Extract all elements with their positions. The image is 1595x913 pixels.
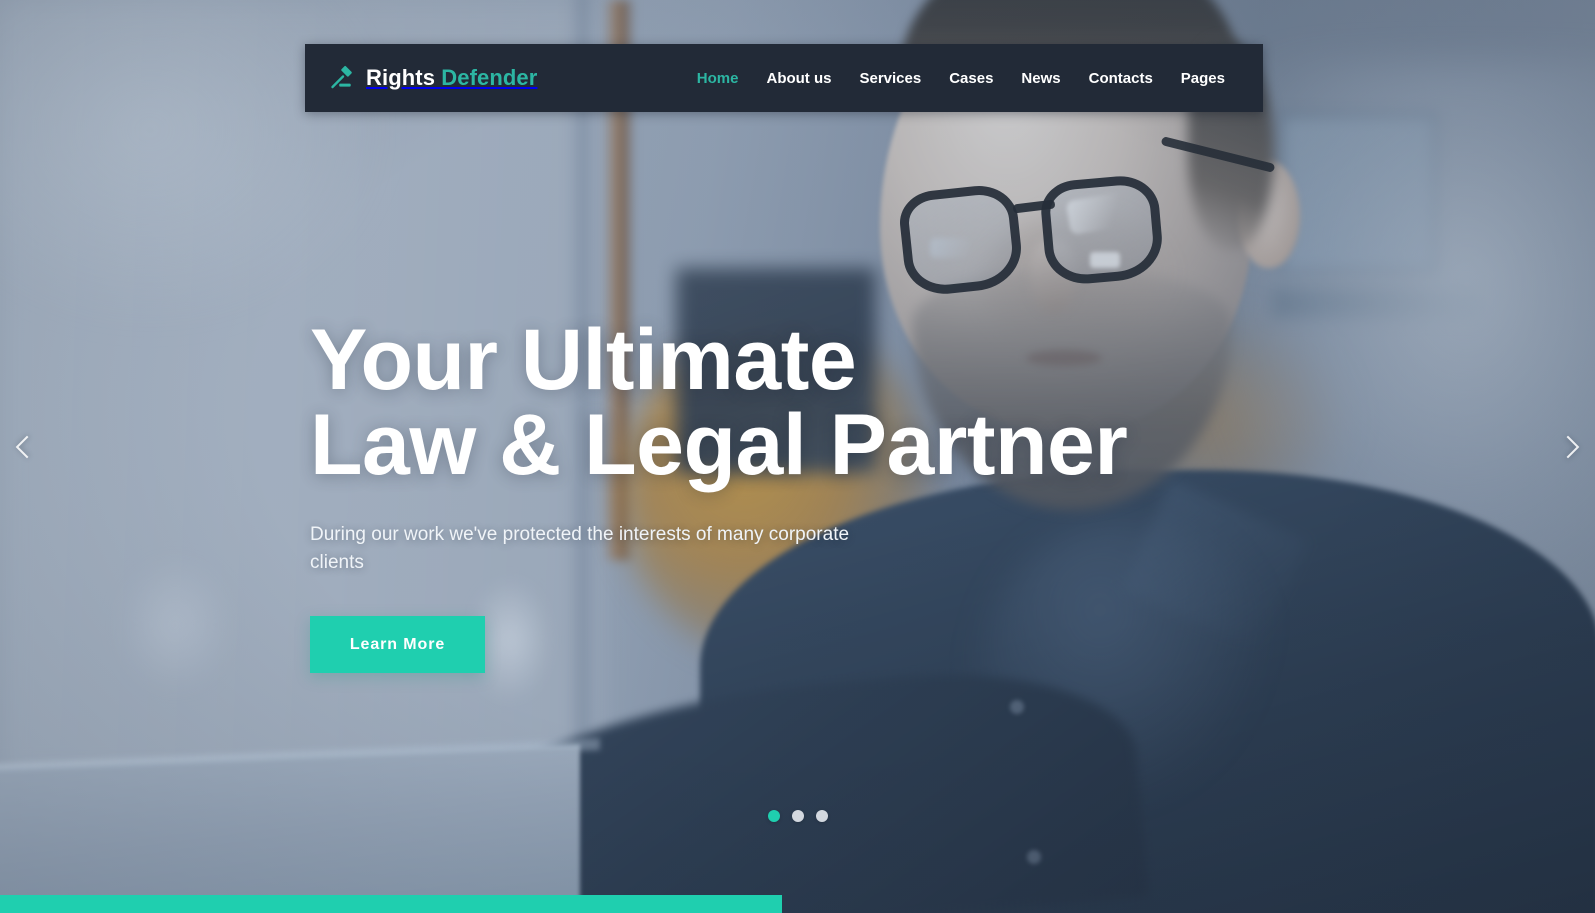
- hero-heading: Your Ultimate Law & Legal Partner: [310, 312, 1210, 494]
- site-header: Rights Defender Home About us Services C…: [305, 44, 1263, 112]
- nav-item-contacts[interactable]: Contacts: [1075, 70, 1167, 87]
- slider-dot-2[interactable]: [791, 810, 804, 822]
- chevron-left-icon: [15, 435, 39, 459]
- nav-item-home[interactable]: Home: [683, 70, 753, 87]
- gavel-icon: [329, 65, 366, 91]
- hero-content: Your Ultimate Law & Legal Partner During…: [310, 312, 1210, 674]
- slider-progress-fill: [0, 895, 782, 913]
- nav-item-news[interactable]: News: [1007, 70, 1074, 87]
- hero-subtitle: During our work we've protected the inte…: [310, 524, 850, 573]
- brand-word-two: Defender: [441, 65, 538, 90]
- slider-next-button[interactable]: [1551, 430, 1585, 464]
- nav-item-cases[interactable]: Cases: [935, 70, 1007, 87]
- hero-heading-line-1: Your Ultimate: [310, 312, 857, 408]
- slider-progress-track[interactable]: [0, 895, 1595, 913]
- brand-logo[interactable]: Rights Defender: [329, 65, 537, 91]
- slider-pagination: [0, 810, 1595, 822]
- slider-dot-3[interactable]: [815, 810, 828, 822]
- nav-item-pages[interactable]: Pages: [1167, 70, 1239, 87]
- chevron-right-icon: [1556, 435, 1580, 459]
- nav-item-services[interactable]: Services: [845, 70, 935, 87]
- hero-heading-line-2: Law & Legal Partner: [310, 397, 1128, 494]
- nav-item-about-us[interactable]: About us: [752, 70, 845, 87]
- main-navigation: Home About us Services Cases News Contac…: [683, 70, 1239, 87]
- brand-text: Rights Defender: [366, 65, 537, 91]
- learn-more-button[interactable]: Learn More: [310, 616, 485, 674]
- slider-prev-button[interactable]: [10, 430, 44, 464]
- slider-dot-1[interactable]: [767, 810, 780, 822]
- brand-word-one: Rights: [366, 65, 436, 90]
